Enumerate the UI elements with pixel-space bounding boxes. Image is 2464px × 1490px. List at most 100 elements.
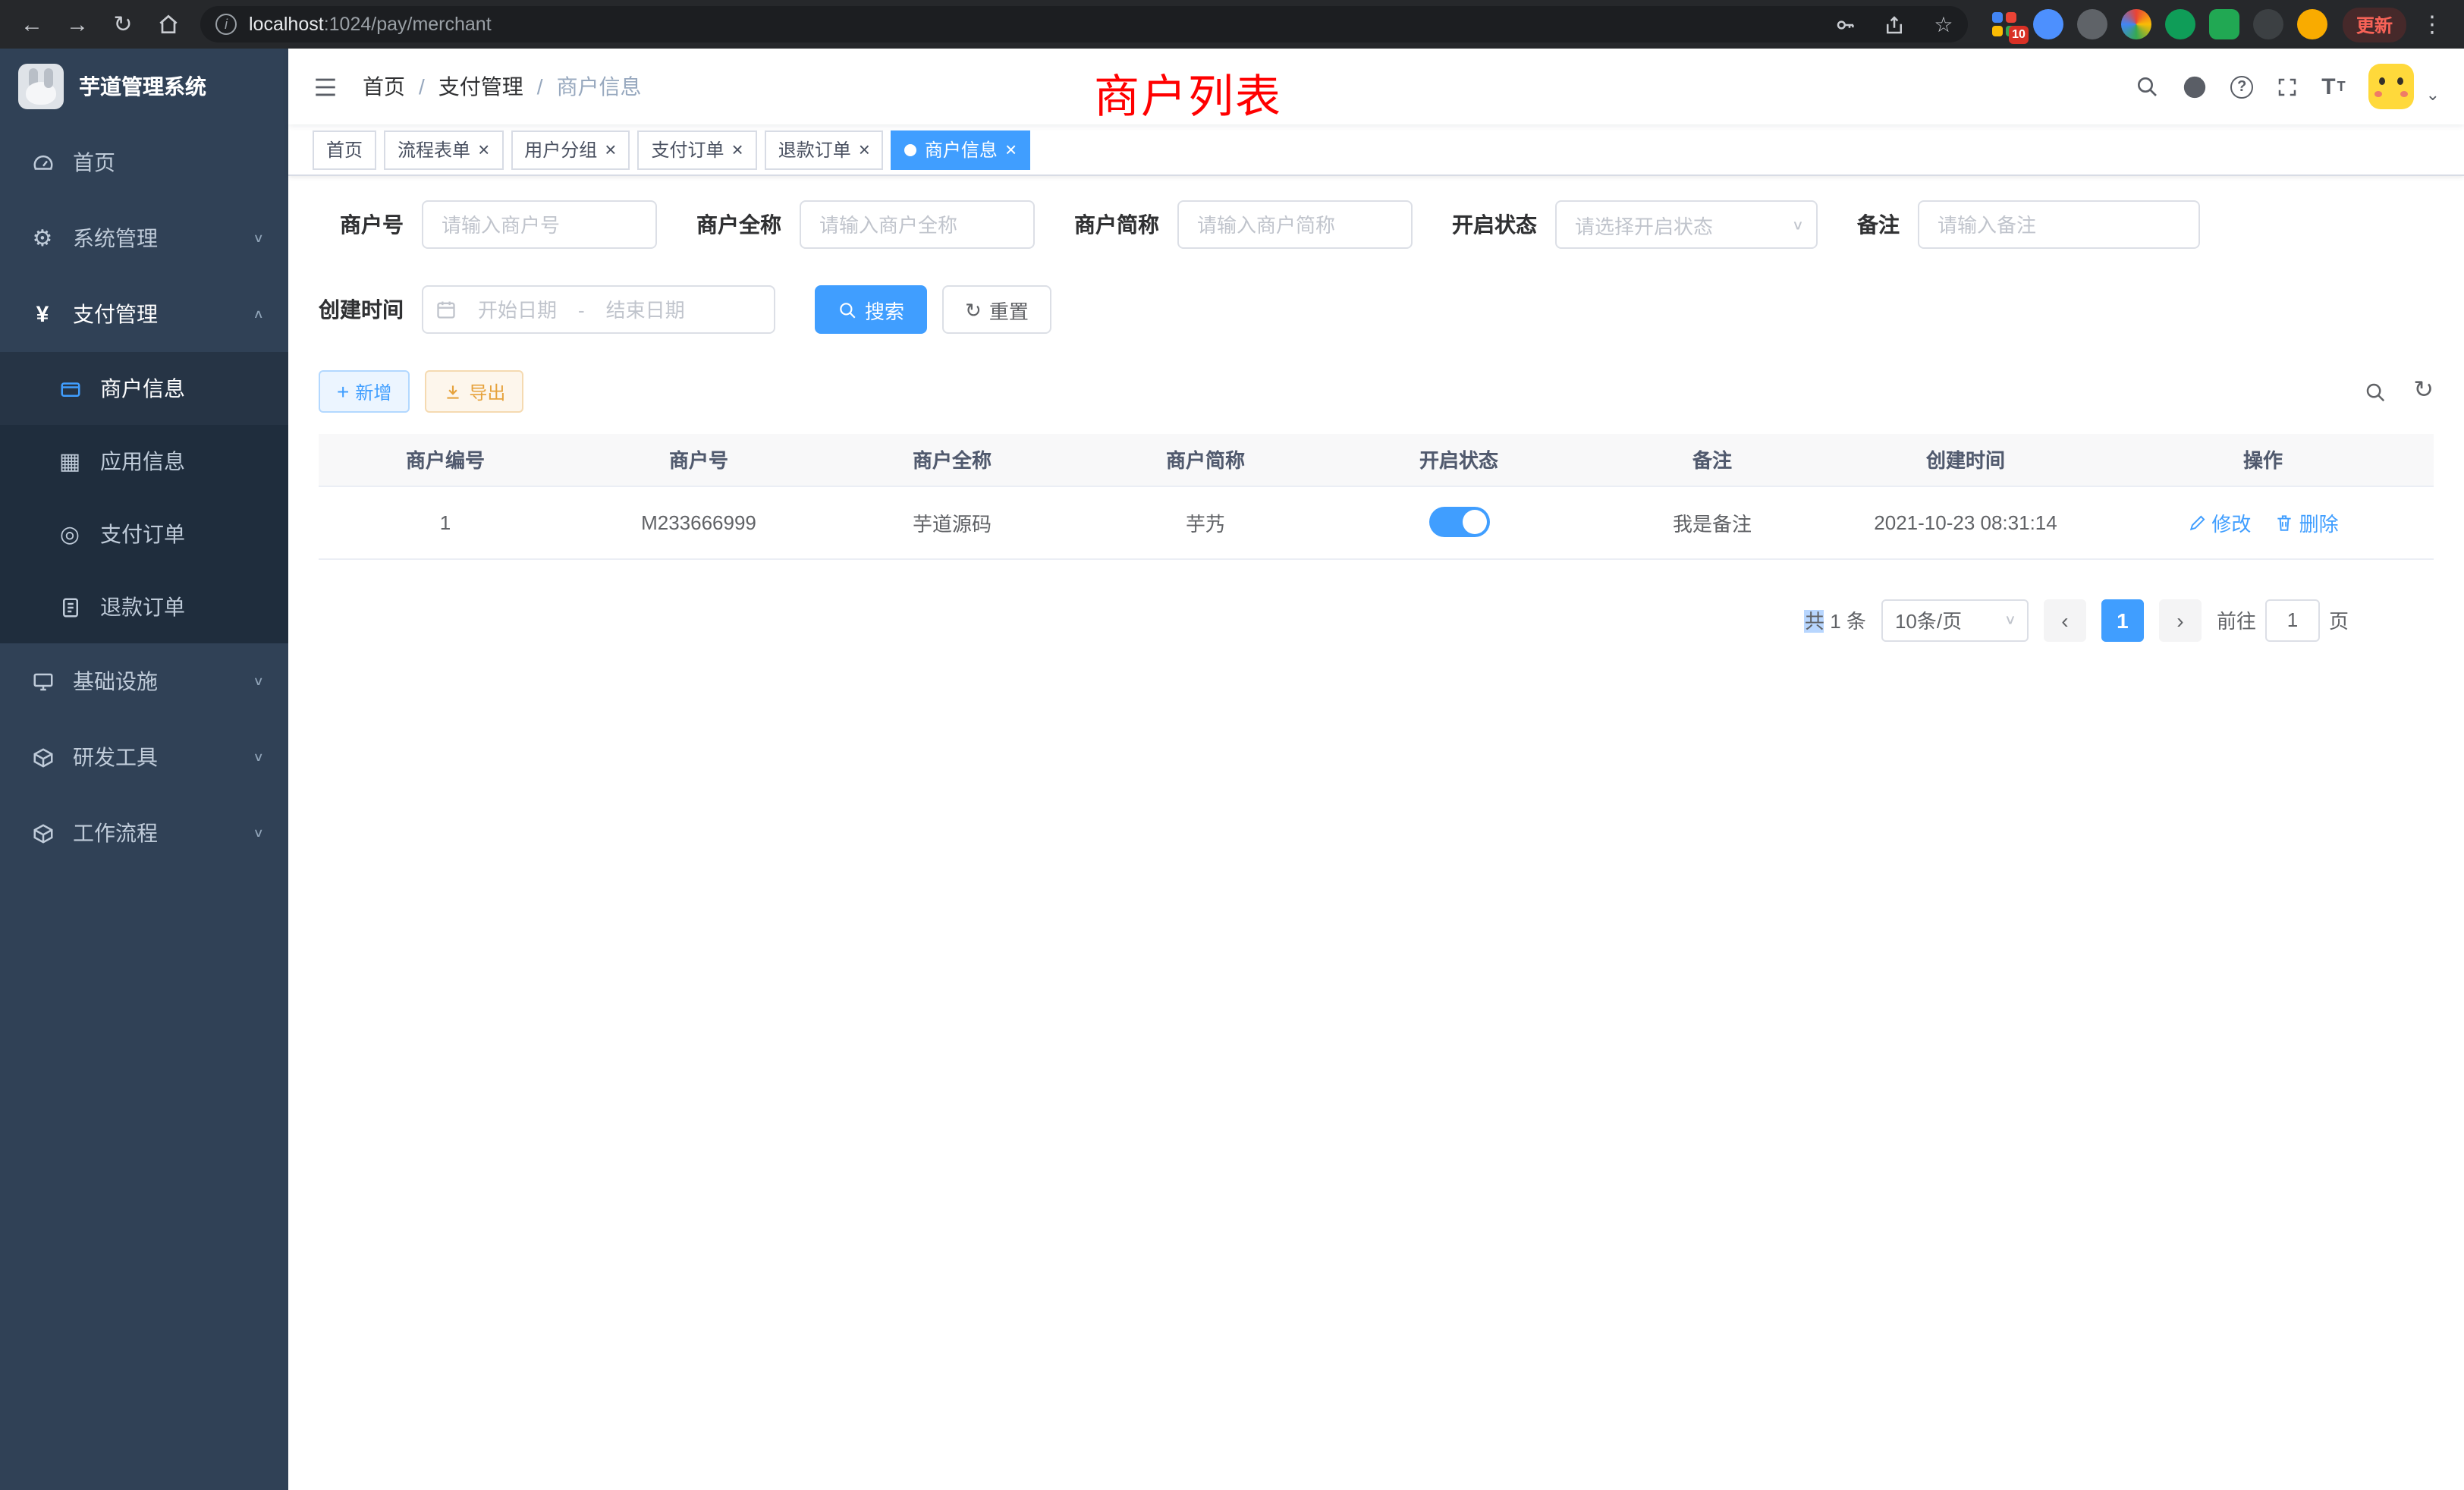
extension-icon-grid[interactable]: 10 (1989, 9, 2019, 39)
sidebar-item-payment[interactable]: ¥ 支付管理 ∧ (0, 276, 288, 352)
prev-page-button[interactable]: ‹ (2044, 599, 2086, 641)
avatar-cheeks (2374, 91, 2382, 97)
extension-icon-blue[interactable] (2033, 9, 2063, 39)
add-button[interactable]: + 新增 (319, 370, 410, 413)
next-page-button[interactable]: › (2159, 599, 2202, 641)
short-name-input[interactable] (1177, 200, 1413, 249)
tab-label: 流程表单 (398, 137, 470, 162)
share-icon[interactable] (1877, 6, 1913, 42)
breadcrumb-home[interactable]: 首页 (363, 71, 405, 102)
browser-reload-button[interactable]: ↻ (103, 5, 143, 44)
sidebar-item-app-info[interactable]: ▦ 应用信息 (0, 425, 288, 498)
font-size-glyph-small: T (2337, 79, 2346, 94)
logo-avatar (18, 64, 64, 109)
sidebar-item-refund-order[interactable]: 退款订单 (0, 571, 288, 643)
tab-close-icon[interactable]: × (478, 140, 489, 159)
extension-icon-pin[interactable] (2253, 9, 2283, 39)
reset-button-label: 重置 (989, 295, 1029, 324)
end-date-input[interactable] (591, 298, 700, 321)
date-range-picker[interactable]: - (422, 285, 775, 334)
hamburger-icon[interactable] (313, 74, 338, 99)
search-button[interactable]: 搜索 (815, 285, 927, 334)
extension-icon-dark[interactable] (2077, 9, 2107, 39)
goto-input[interactable] (2265, 599, 2320, 641)
sidebar-item-merchant-info[interactable]: 商户信息 (0, 352, 288, 425)
sidebar-item-infrastructure[interactable]: 基础设施 ∨ (0, 643, 288, 719)
export-button-label: 导出 (469, 379, 505, 404)
help-icon[interactable]: ? (2230, 75, 2253, 98)
font-size-icon[interactable]: TT (2321, 74, 2345, 99)
refresh-table-icon[interactable]: ↻ (2413, 379, 2434, 404)
password-key-icon[interactable] (1828, 6, 1865, 42)
extension-icon-green-square[interactable] (2209, 9, 2239, 39)
refresh-icon: ↻ (965, 300, 982, 319)
site-info-icon[interactable]: i (215, 14, 237, 35)
extension-icon-green-circle[interactable] (2165, 9, 2195, 39)
status-select[interactable]: 请选择开启状态 ∨ (1555, 200, 1818, 249)
browser-back-button[interactable]: ← (12, 5, 52, 44)
grid-icon: ▦ (58, 450, 82, 473)
extension-icon-colorful[interactable] (2121, 9, 2151, 39)
remark-input[interactable] (1918, 200, 2200, 249)
screen: ← → ↻ i localhost:1024/pay/merchant ☆ 10 (0, 0, 2464, 1490)
tab-pay-order[interactable]: 支付订单 × (637, 130, 756, 169)
chevron-down-icon: ∨ (253, 750, 264, 764)
filter-row-1: 商户号 商户全称 商户简称 开启状态 请选择开启状态 (319, 200, 2434, 249)
credit-card-icon (58, 377, 82, 400)
browser-forward-button[interactable]: → (58, 5, 97, 44)
tab-merchant-info[interactable]: 商户信息 × (891, 130, 1030, 169)
tab-process-form[interactable]: 流程表单 × (384, 130, 503, 169)
delete-button[interactable]: 删除 (2275, 508, 2339, 536)
tab-home[interactable]: 首页 (313, 130, 376, 169)
bookmark-star-icon[interactable]: ☆ (1925, 6, 1962, 42)
chevron-down-icon[interactable]: ⌄ (2426, 85, 2440, 109)
sidebar-item-devtools[interactable]: 研发工具 ∨ (0, 719, 288, 795)
tab-close-icon[interactable]: × (732, 140, 743, 159)
tab-label: 首页 (326, 137, 363, 162)
cell-full-name: 芋道源码 (825, 486, 1079, 558)
fullscreen-icon[interactable] (2276, 75, 2299, 98)
browser-home-button[interactable] (149, 5, 188, 44)
sidebar-item-workflow[interactable]: 工作流程 ∨ (0, 795, 288, 871)
toggle-search-icon[interactable] (2363, 380, 2386, 403)
chevron-down-icon: ∨ (253, 231, 264, 245)
search-icon (838, 300, 857, 319)
search-button-label: 搜索 (865, 295, 904, 324)
tab-close-icon[interactable]: × (859, 140, 870, 159)
export-button[interactable]: 导出 (425, 370, 523, 413)
tab-user-group[interactable]: 用户分组 × (511, 130, 630, 169)
browser-menu-icon[interactable]: ⋮ (2412, 5, 2452, 44)
logo[interactable]: 芋道管理系统 (0, 49, 288, 124)
edit-button[interactable]: 修改 (2187, 508, 2251, 536)
sidebar-item-home[interactable]: 首页 (0, 124, 288, 200)
tab-refund-order[interactable]: 退款订单 × (765, 130, 884, 169)
col-header-status: 开启状态 (1332, 434, 1586, 486)
extension-icon-orange[interactable] (2297, 9, 2327, 39)
cell-merchant-no: M233666999 (572, 486, 825, 558)
avatar[interactable] (2368, 64, 2414, 109)
home-icon (156, 12, 181, 36)
page-unit-label: 页 (2329, 605, 2349, 634)
tab-close-icon[interactable]: × (605, 140, 616, 159)
pagination: 共 1 条 10条/页 ∨ ‹ 1 › 前往 页 (319, 599, 2434, 641)
sidebar-item-label: 商户信息 (100, 373, 185, 404)
full-name-input[interactable] (800, 200, 1035, 249)
status-label: 开启状态 (1452, 209, 1537, 240)
breadcrumb-payment[interactable]: 支付管理 (438, 71, 523, 102)
tab-close-icon[interactable]: × (1005, 140, 1017, 159)
page-size-select[interactable]: 10条/页 ∨ (1881, 599, 2029, 641)
sidebar-item-pay-order[interactable]: ◎ 支付订单 (0, 498, 288, 571)
merchant-no-input[interactable] (422, 200, 657, 249)
url-bar[interactable]: i localhost:1024/pay/merchant ☆ (200, 6, 1968, 42)
sidebar-item-system[interactable]: ⚙ 系统管理 ∨ (0, 200, 288, 276)
short-name-label: 商户简称 (1074, 209, 1159, 240)
github-icon[interactable] (2182, 74, 2208, 99)
cell-id: 1 (319, 486, 572, 558)
search-icon[interactable] (2135, 74, 2159, 99)
reset-button[interactable]: ↻ 重置 (942, 285, 1051, 334)
page-button-1[interactable]: 1 (2101, 599, 2144, 641)
update-button[interactable]: 更新 (2343, 7, 2406, 42)
delete-button-label: 删除 (2299, 508, 2339, 536)
start-date-input[interactable] (463, 298, 572, 321)
status-toggle[interactable] (1428, 507, 1489, 537)
